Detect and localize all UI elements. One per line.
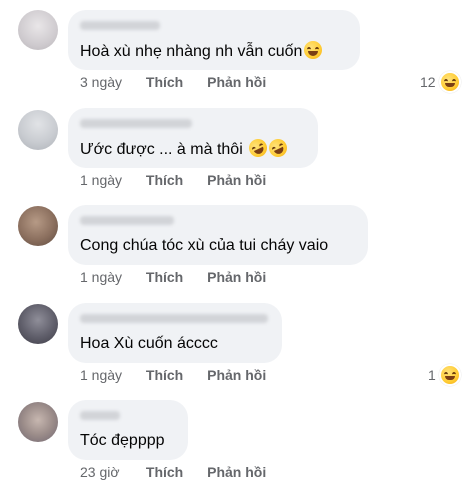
comment-bubble: Hoa Xù cuốn ácccc	[68, 303, 282, 363]
comment-actions: 23 giờ Thích Phản hồi	[80, 464, 266, 480]
avatar[interactable]	[18, 206, 58, 246]
like-button[interactable]: Thích	[146, 367, 183, 383]
timestamp[interactable]: 1 ngày	[80, 367, 142, 383]
reaction-count: 1	[428, 367, 436, 383]
timestamp[interactable]: 1 ngày	[80, 172, 142, 188]
comment-actions: 1 ngày Thích Phản hồi	[80, 172, 266, 188]
timestamp[interactable]: 1 ngày	[80, 269, 142, 285]
reply-button[interactable]: Phản hồi	[207, 269, 266, 285]
like-button[interactable]: Thích	[146, 464, 183, 480]
avatar[interactable]	[18, 110, 58, 150]
comment-actions: 1 ngày Thích Phản hồi	[80, 367, 266, 383]
comment-bubble: Hoà xù nhẹ nhàng nh vẫn cuốn	[68, 10, 360, 70]
grinning-squinting-face-icon	[304, 41, 323, 59]
avatar[interactable]	[18, 10, 58, 50]
haha-reaction-icon	[438, 71, 461, 93]
reaction-count: 12	[420, 74, 436, 90]
haha-reaction-icon	[438, 364, 461, 386]
comment-text: Cong chúa tóc xù của tui cháy vaio	[80, 237, 329, 254]
author-name-blurred[interactable]	[80, 119, 192, 128]
reply-button[interactable]: Phản hồi	[207, 464, 266, 480]
comment-bubble: Cong chúa tóc xù của tui cháy vaio	[68, 205, 368, 265]
comment-text: Hoa Xù cuốn ácccc	[80, 335, 218, 352]
avatar[interactable]	[18, 402, 58, 442]
rolling-on-floor-laughing-icon	[246, 136, 271, 160]
reply-button[interactable]: Phản hồi	[207, 74, 266, 90]
author-name-blurred[interactable]	[80, 216, 174, 225]
like-button[interactable]: Thích	[146, 172, 183, 188]
comment-bubble: Tóc đẹpppp	[68, 400, 188, 460]
like-button[interactable]: Thích	[146, 74, 183, 90]
author-name-blurred[interactable]	[80, 411, 120, 420]
comment-text: Hoà xù nhẹ nhàng nh vẫn cuốn	[80, 41, 348, 62]
timestamp[interactable]: 23 giờ	[80, 464, 142, 480]
comment-bubble: Ước được ... à mà thôi	[68, 108, 318, 168]
comment-text: Ước được ... à mà thôi	[80, 136, 306, 160]
timestamp[interactable]: 3 ngày	[80, 74, 142, 90]
comment-actions: 1 ngày Thích Phản hồi	[80, 269, 266, 285]
avatar[interactable]	[18, 304, 58, 344]
comment-text: Tóc đẹpppp	[80, 432, 165, 449]
author-name-blurred[interactable]	[80, 314, 268, 323]
author-name-blurred[interactable]	[80, 21, 160, 30]
rolling-on-floor-laughing-icon	[266, 136, 291, 160]
reaction-summary[interactable]: 12	[420, 71, 461, 93]
reaction-summary[interactable]: 1	[428, 364, 461, 386]
reply-button[interactable]: Phản hồi	[207, 367, 266, 383]
comment-actions: 3 ngày Thích Phản hồi	[80, 74, 266, 90]
like-button[interactable]: Thích	[146, 269, 183, 285]
reply-button[interactable]: Phản hồi	[207, 172, 266, 188]
